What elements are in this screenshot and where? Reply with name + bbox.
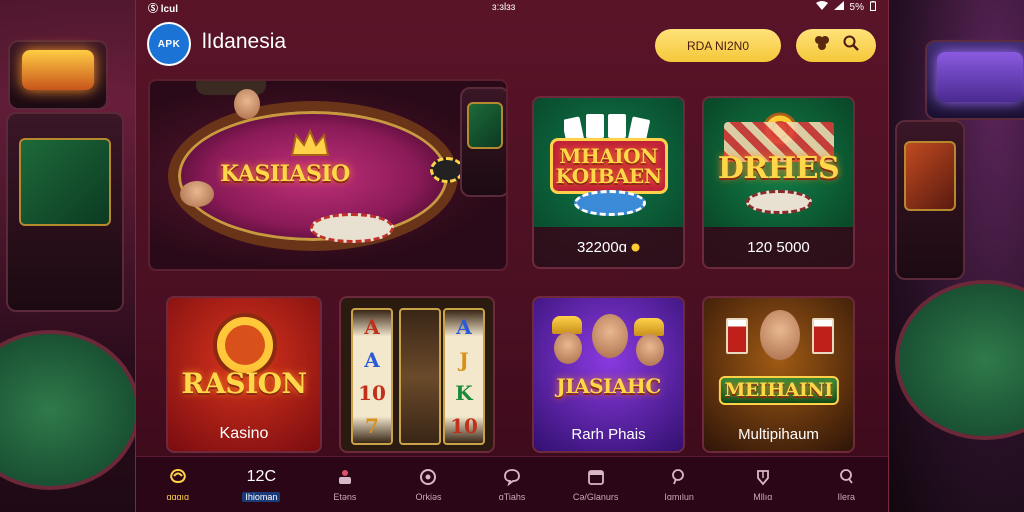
reel-symbol: 10: [358, 381, 386, 406]
status-time-left: Ⓢ lcul: [148, 3, 179, 15]
brand-name: lIdanesia: [202, 30, 287, 53]
nav-item-calendar[interactable]: Cə/Glanurs: [554, 457, 638, 512]
game-title: MHAION KOIBAEN: [549, 138, 668, 194]
nav-label: ɑTiahs: [498, 492, 526, 502]
nav-item-search[interactable]: Iɑmılun: [637, 457, 721, 512]
nav-item-12c[interactable]: 12C Ihioman: [220, 457, 304, 512]
game-footer-value: Multipihaum: [738, 425, 819, 443]
status-time: ɜ:ɜlɜɜ: [492, 1, 516, 13]
battery-percent: 5%: [849, 1, 864, 13]
nav-item-events[interactable]: Etəns: [303, 457, 387, 512]
status-bar: Ⓢ lcul ɜ:ɜlɜɜ 5%: [136, 0, 888, 15]
banner-slot-machine: [460, 87, 506, 197]
wifi-icon: [815, 1, 828, 13]
reel-symbol: A: [364, 314, 380, 339]
reel-symbol: A: [456, 314, 472, 339]
featured-title: KASIIASIO: [220, 161, 350, 187]
game-title: MEIHAINI: [718, 376, 839, 405]
game-title: DRHES: [717, 151, 840, 186]
nav-label: Cə/Glanurs: [572, 492, 619, 502]
game-footer: Rarh Phais: [534, 417, 683, 451]
nav-label: Ihioman: [242, 492, 281, 502]
status-icons: 5%: [815, 0, 876, 14]
game-footer-value: Kasino: [219, 425, 269, 442]
game-footer: 32200ɑ: [534, 227, 683, 267]
cake-icon: [336, 467, 354, 487]
slot-reel: A J K 10: [443, 308, 485, 445]
game-card-meihaini[interactable]: MEIHAINI Multipihaum: [702, 296, 855, 453]
player-avatar: [760, 310, 800, 360]
reel-symbol: A: [364, 347, 380, 372]
nav-label: Ilera: [837, 492, 856, 502]
reel-symbol: 7: [365, 414, 379, 439]
game-card-slot-reels[interactable]: A A 10 7 A J K 10: [339, 296, 495, 453]
game-footer: Multipihaum: [704, 417, 853, 451]
game-card-rasion[interactable]: RASION Kasino: [166, 296, 322, 453]
game-card-drhes[interactable]: DRHES 120 5000: [702, 96, 855, 269]
slot-reel: A A 10 7: [351, 308, 393, 445]
background-sign: [8, 40, 108, 110]
nav-label: ɑɑɑıɑ: [166, 492, 190, 502]
bottom-nav: ɑɑɑıɑ 12C Ihioman Etəns Orkiəs ɑTiahs Cə…: [136, 456, 888, 512]
chips-search-button[interactable]: [796, 29, 876, 62]
drink-icon: [812, 318, 834, 354]
chip: [430, 157, 464, 183]
drink-icon: [726, 318, 748, 354]
game-title: RASION: [181, 367, 307, 400]
game-footer: Kasino: [168, 417, 320, 451]
game-card-mhaion-koibaen[interactable]: MHAION KOIBAEN 32200ɑ: [532, 96, 685, 269]
reel-symbol: J: [459, 347, 469, 372]
search-icon: [670, 467, 688, 487]
player-avatar: [554, 332, 582, 364]
chip-stack: [310, 213, 394, 243]
nav-item-orkias[interactable]: Orkiəs: [387, 457, 471, 512]
chips-icon: [813, 35, 831, 56]
nav-label: Orkiəs: [415, 492, 442, 502]
dealer-hand: [234, 89, 260, 119]
game-footer-value: 32200ɑ: [576, 238, 628, 256]
reel-symbol: K: [455, 381, 473, 406]
nav-label: Etəns: [333, 492, 357, 502]
game-footer: 120 5000: [704, 227, 853, 267]
nav-item-chat[interactable]: ɑTiahs: [470, 457, 554, 512]
background-slot-machine: [6, 112, 124, 312]
table-chip: [574, 190, 646, 216]
roulette-icon: [746, 190, 812, 214]
background-slot-machine-right: [895, 120, 965, 280]
background-table: [0, 330, 140, 490]
featured-poker-banner[interactable]: KASIIASIO: [148, 79, 508, 271]
app-logo[interactable]: APK: [147, 22, 191, 66]
app-window: Ⓢ lcul ɜ:ɜlɜɜ 5% APK lIdanesia RDA NI2N0: [135, 0, 889, 512]
game-footer-value: Rarh Phais: [571, 425, 646, 443]
calendar-icon: [587, 467, 605, 487]
battery-icon: [870, 0, 876, 14]
target-icon: [419, 467, 437, 487]
slot-reel-middle: [399, 308, 441, 445]
app-header: APK lIdanesia RDA NI2N0: [136, 18, 888, 76]
game-card-jiasiahc[interactable]: JIASIAHC Rarh Phais: [532, 296, 685, 453]
wallet-button[interactable]: RDA NI2N0: [655, 29, 781, 62]
nav-item-gift[interactable]: Mllıɑ: [721, 457, 805, 512]
gift-icon: [754, 467, 772, 487]
chat-icon: [503, 467, 521, 487]
player-avatar: [636, 334, 664, 366]
search-icon: [843, 35, 859, 56]
nav-label: Iɑmılun: [664, 492, 694, 502]
crown-icon: [290, 128, 330, 162]
player-hand: [180, 181, 214, 207]
nav-text: 12C: [246, 468, 277, 485]
nav-label: Mllıɑ: [753, 492, 773, 502]
nav-item-home[interactable]: ɑɑɑıɑ: [136, 457, 220, 512]
player-avatar: [592, 314, 628, 358]
home-icon: [168, 467, 188, 487]
reel-symbol: 10: [450, 414, 478, 439]
game-footer-value: 120 5000: [747, 238, 810, 256]
game-title: JIASIAHC: [556, 374, 661, 398]
coin-icon: [631, 239, 640, 256]
background-sign-right: [925, 40, 1024, 120]
user-icon: [837, 467, 855, 487]
nav-item-user[interactable]: Ilera: [805, 457, 889, 512]
signal-icon: [833, 1, 844, 13]
